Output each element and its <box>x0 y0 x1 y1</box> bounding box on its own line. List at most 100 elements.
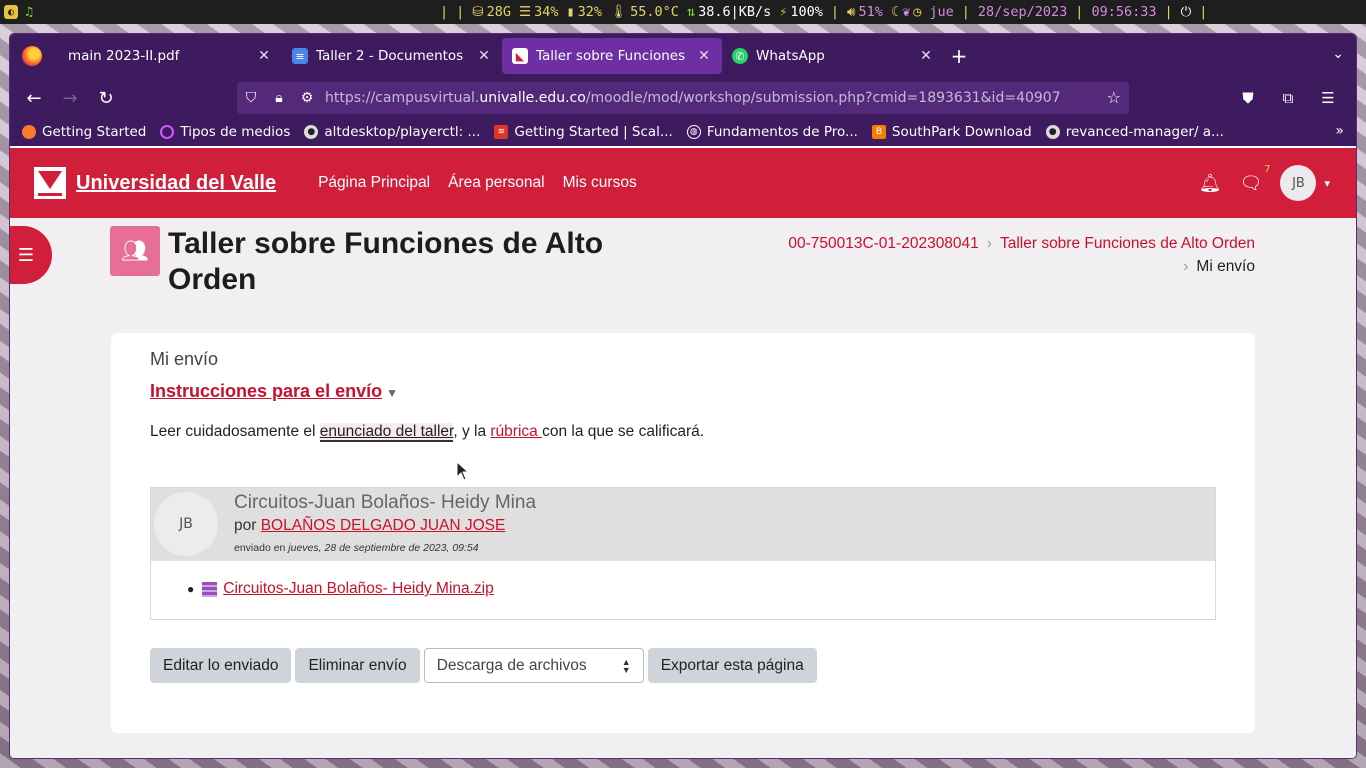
bookmark-item[interactable]: ● revanced-manager/ a... <box>1045 124 1224 140</box>
bookmark-item[interactable]: ● altdesktop/playerctl: ... <box>304 124 480 140</box>
chevron-right-icon: › <box>986 235 992 252</box>
messages-icon[interactable]: 🗨︎ 7 <box>1240 164 1271 194</box>
attachment-link[interactable]: Circuitos-Juan Bolaños- Heidy Mina.zip <box>223 580 494 598</box>
firefox-icon[interactable] <box>22 46 42 66</box>
temperature-value: 55.0°C <box>630 4 679 20</box>
url-bar[interactable]: ⛉ 🔒︎ ⚙ https://campusvirtual.univalle.ed… <box>237 82 1129 114</box>
tab-title: WhatsApp <box>756 48 825 64</box>
tab-title: main 2023-II.pdf <box>68 48 180 64</box>
bookmarks-toolbar: Getting Started Tipos de medios ● altdesk… <box>10 118 1356 146</box>
github-icon: ● <box>304 125 319 139</box>
breadcrumb-current: Mi envío <box>1196 258 1255 275</box>
submission-date: enviado en jueves, 28 de septiembre de 2… <box>234 542 479 554</box>
leaf-icon[interactable]: ❦ <box>902 4 910 20</box>
breadcrumb: 00-750013C-01-202308041 › Taller sobre Fun… <box>788 232 1255 278</box>
bell-icon[interactable]: 🔔︎ <box>1199 173 1222 194</box>
tab-title: Taller sobre Funciones de A <box>536 48 688 64</box>
tab-title: Taller 2 - Documentos de G <box>316 48 468 64</box>
globe-icon: ◍ <box>686 125 701 139</box>
nav-my-courses[interactable]: Mis cursos <box>563 174 637 192</box>
url-text[interactable]: https://campusvirtual.univalle.edu.co/mo… <box>325 90 1061 106</box>
shield-icon[interactable]: ⛉ <box>237 90 265 106</box>
lock-icon[interactable]: 🔒︎ <box>265 90 293 106</box>
reload-icon[interactable]: ↻ <box>88 82 124 114</box>
submission-author: por BOLAÑOS DELGADO JUAN JOSE <box>234 517 506 534</box>
breadcrumb-course[interactable]: 00-750013C-01-202308041 <box>788 235 978 252</box>
memory-icon: ☰ <box>518 4 532 20</box>
close-icon[interactable]: ✕ <box>918 48 934 64</box>
github-icon: ● <box>1045 125 1060 139</box>
time-value: 09:56:33 <box>1091 4 1157 20</box>
delete-submission-button[interactable]: Eliminar envío <box>295 648 420 683</box>
close-icon[interactable]: ✕ <box>696 48 712 64</box>
music-note-icon[interactable]: ♫ <box>22 5 36 20</box>
bookmark-item[interactable]: B SouthPark Download <box>871 124 1032 140</box>
tab-moodle[interactable]: ◣ Taller sobre Funciones de A ✕ <box>502 38 722 74</box>
export-page-button[interactable]: Exportar esta página <box>647 648 817 683</box>
date-value: 28/sep/2023 <box>977 4 1068 20</box>
forward-arrow-icon[interactable]: → <box>52 82 88 114</box>
menu-hamburger-icon[interactable]: ☰ <box>1310 82 1346 114</box>
tab-whatsapp[interactable]: ✆ WhatsApp ✕ <box>722 38 944 74</box>
nav-home[interactable]: Página Principal <box>318 174 430 192</box>
tab-pdf[interactable]: main 2023-II.pdf ✕ <box>58 38 282 74</box>
permissions-icon[interactable]: ⚙ <box>293 90 321 106</box>
storage-value: 28G <box>486 4 511 20</box>
instructions-toggle[interactable]: Instrucciones para el envío ▼ <box>150 381 398 402</box>
tab-docs[interactable]: ≡ Taller 2 - Documentos de G ✕ <box>282 38 502 74</box>
rubrica-link[interactable]: rúbrica <box>490 423 542 440</box>
scala-icon: ≋ <box>494 125 509 139</box>
list-bullet: ● <box>187 582 195 596</box>
battery-value: 100% <box>790 4 823 20</box>
chevron-right-icon: › <box>1183 258 1189 275</box>
workspace-indicator-icon[interactable]: ◐ <box>4 5 18 19</box>
pocket-icon[interactable]: ⛊ <box>1230 82 1266 114</box>
page-title: Taller sobre Funciones de Alto Orden <box>168 227 604 296</box>
bookmark-item[interactable]: ≋ Getting Started | Scal... <box>494 124 673 140</box>
network-value: 38.6|KB/s <box>698 4 772 20</box>
chevron-down-icon[interactable]: ⌄ <box>1332 46 1344 62</box>
volume-icon[interactable]: 🔊︎ <box>847 4 856 20</box>
bookmark-item[interactable]: Getting Started <box>22 124 146 140</box>
chevron-down-icon[interactable]: ▾ <box>1324 177 1330 190</box>
new-tab-plus-icon[interactable]: + <box>944 44 974 68</box>
extensions-icon[interactable]: ⧉ <box>1270 82 1306 114</box>
chevrons-right-icon[interactable]: » <box>1335 123 1344 139</box>
whatsapp-icon: ✆ <box>732 48 748 64</box>
bookmark-star-icon[interactable]: ☆ <box>1107 88 1121 107</box>
bookmark-item[interactable]: Tipos de medios <box>160 124 290 140</box>
page-content: Universidad del Valle Página Principal Á… <box>10 148 1356 758</box>
close-icon[interactable]: ✕ <box>256 48 272 64</box>
user-avatar[interactable]: JB <box>1280 165 1317 201</box>
nav-dashboard[interactable]: Área personal <box>448 174 545 192</box>
docs-icon: ≡ <box>292 48 308 64</box>
univalle-favicon-icon: ◣ <box>512 48 528 64</box>
thermometer-icon: 🌡︎ <box>610 4 628 20</box>
list-icon: ☰ <box>17 244 35 266</box>
author-avatar[interactable]: JB <box>154 492 218 556</box>
select-arrows-icon: ▲ ▼ <box>621 656 631 675</box>
enunciado-link[interactable]: enunciado del taller <box>319 423 454 442</box>
download-files-select[interactable]: Descarga de archivos ▲ ▼ <box>423 648 644 683</box>
submission-header: JB Circuitos-Juan Bolaños- Heidy Mina po… <box>151 488 1215 561</box>
browser-window: main 2023-II.pdf ✕ ≡ Taller 2 - Document… <box>10 34 1356 758</box>
author-link[interactable]: BOLAÑOS DELGADO JUAN JOSE <box>261 517 506 534</box>
close-icon[interactable]: ✕ <box>476 48 492 64</box>
power-icon[interactable]: ⏻ <box>1181 4 1192 20</box>
back-arrow-icon[interactable]: ← <box>16 82 52 114</box>
course-index-drawer-button[interactable]: ☰ <box>10 226 52 284</box>
edit-submission-button[interactable]: Editar lo enviado <box>150 648 292 683</box>
day-value: jue <box>929 4 954 20</box>
site-name-link[interactable]: Universidad del Valle <box>76 172 276 195</box>
moon-icon[interactable]: ☾ <box>891 4 899 20</box>
volume-value: 51% <box>858 4 883 20</box>
univalle-logo-icon[interactable] <box>34 167 66 199</box>
circle-icon <box>160 125 175 139</box>
site-header: Universidad del Valle Página Principal Á… <box>10 148 1356 218</box>
breadcrumb-activity[interactable]: Taller sobre Funciones de Alto Orden <box>1000 235 1255 252</box>
clock-icon: ◷ <box>913 4 922 20</box>
ram-value: 34% <box>534 4 559 20</box>
messages-count-badge: 7 <box>1264 163 1271 175</box>
bookmark-item[interactable]: ◍ Fundamentos de Pro... <box>686 124 858 140</box>
submission-title: Circuitos-Juan Bolaños- Heidy Mina <box>234 492 537 513</box>
